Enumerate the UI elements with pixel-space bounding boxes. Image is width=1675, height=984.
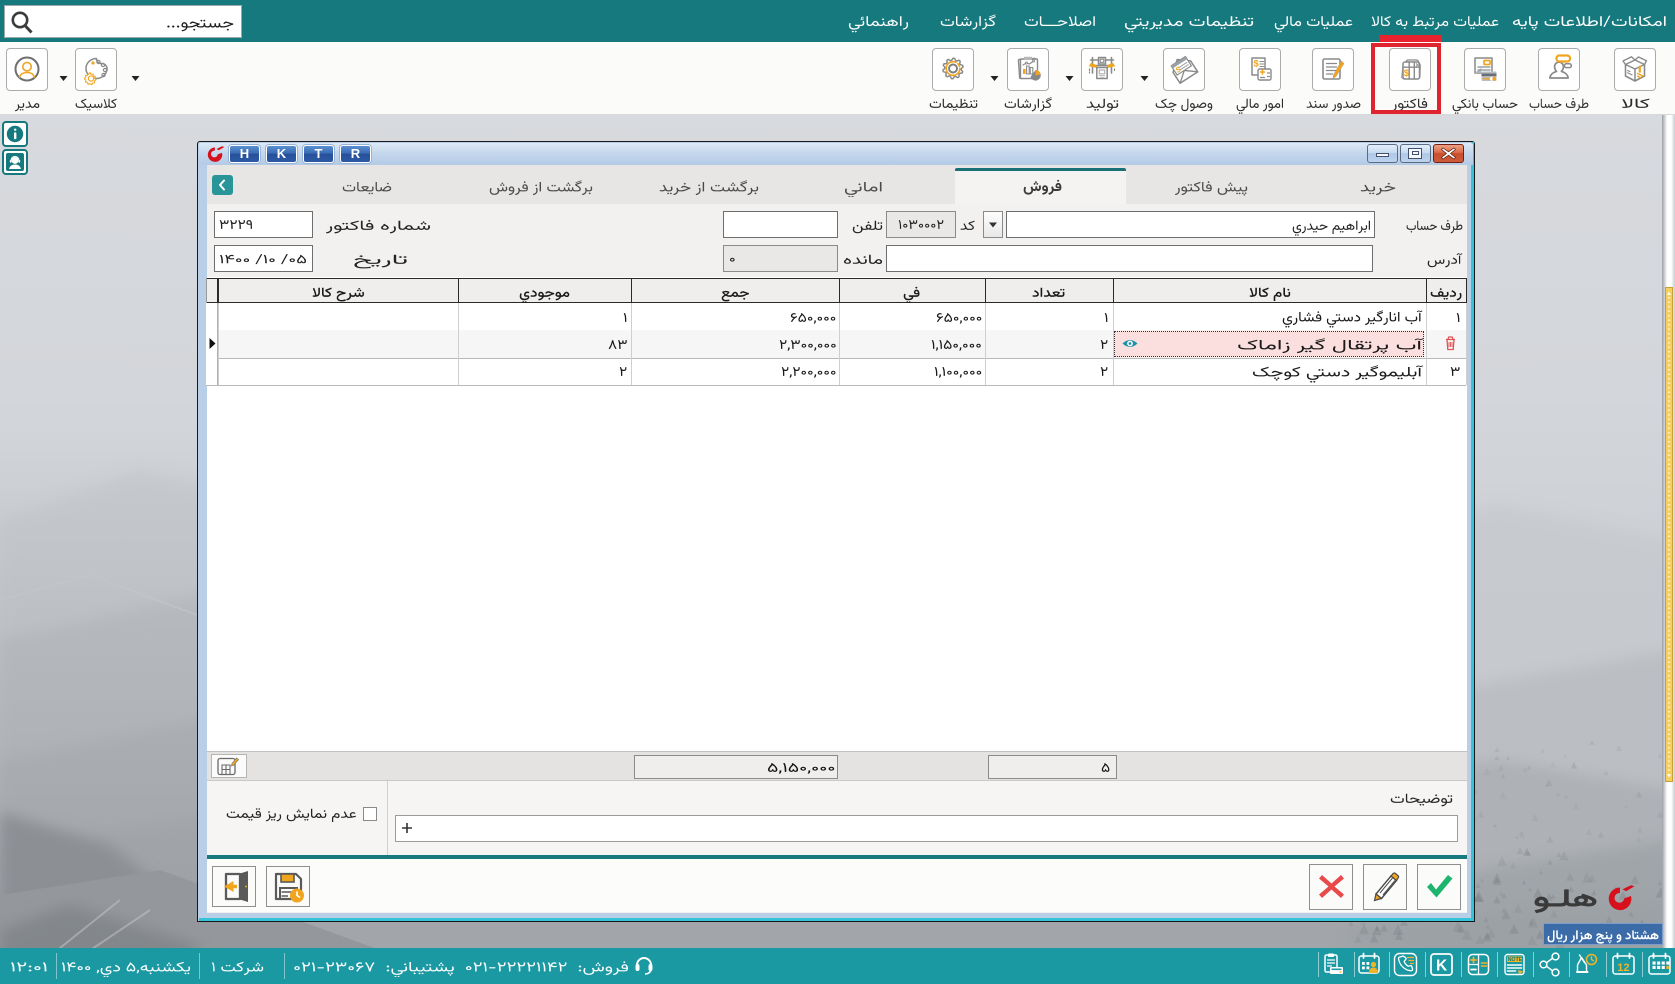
svg-text:$: $ — [1254, 59, 1260, 70]
svg-text:K: K — [1436, 957, 1448, 974]
svg-text:NOTE: NOTE — [1507, 957, 1522, 963]
svg-text:12: 12 — [1617, 962, 1629, 974]
